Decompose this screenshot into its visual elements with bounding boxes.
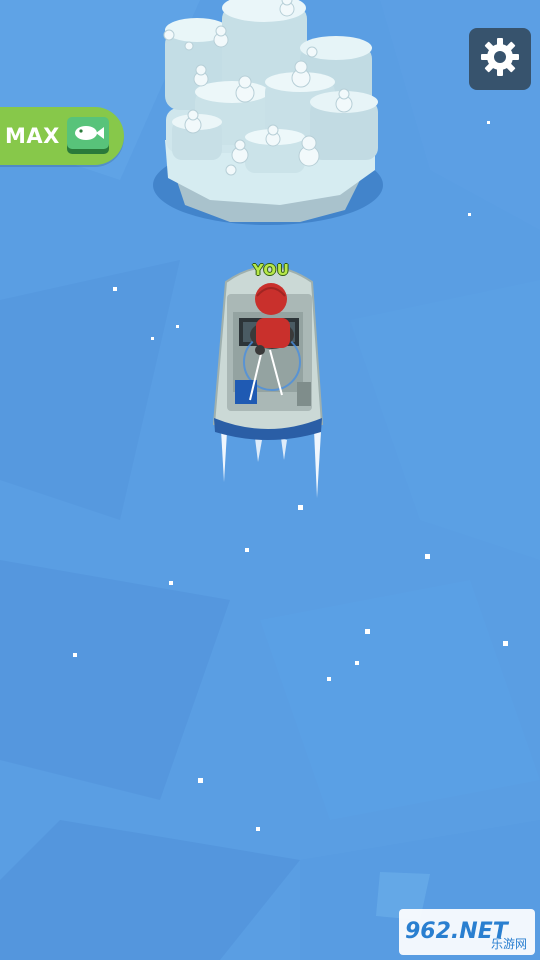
- site-watermark: 962.NET 乐游网: [399, 909, 535, 955]
- watermark-sub: 乐游网: [490, 937, 527, 951]
- fish-icon: [66, 116, 110, 156]
- gear-icon: [478, 35, 522, 83]
- max-fish-button[interactable]: MAX: [0, 107, 124, 165]
- max-label: MAX: [5, 124, 60, 148]
- player-label: YOU: [252, 261, 290, 279]
- settings-button[interactable]: [469, 28, 531, 90]
